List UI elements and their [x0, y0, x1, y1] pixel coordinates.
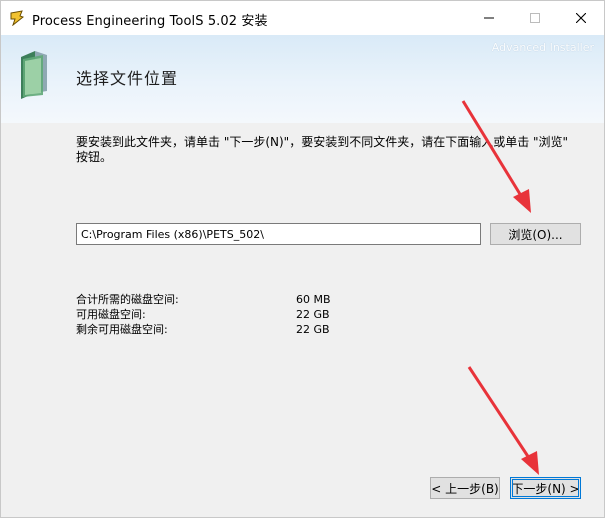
annotation-arrows: [461, 100, 539, 475]
arrow-to-browse: [461, 100, 531, 213]
installer-window: Process Engineering ToolS 5.02 安装 Advanc…: [0, 0, 605, 518]
arrow-to-next: [467, 366, 539, 475]
